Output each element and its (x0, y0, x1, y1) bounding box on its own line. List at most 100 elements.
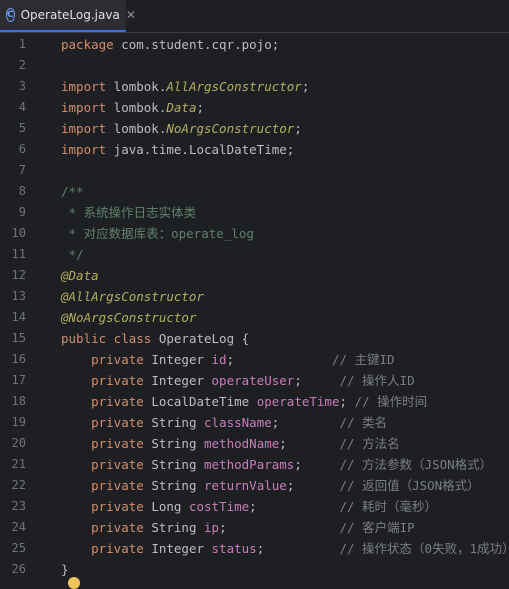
code-token: 对应数据库表： (83, 226, 172, 241)
line-number: 11 (11, 247, 26, 261)
code-line[interactable]: 12 @Data (0, 265, 509, 286)
code-line[interactable]: 14 @NoArgsConstructor (0, 307, 509, 328)
code-token: ; (286, 478, 340, 493)
code-line[interactable]: 23 private Long costTime; // 耗时（毫秒） (0, 496, 509, 517)
code-token: private (61, 436, 144, 451)
code-token: Data (166, 100, 197, 115)
code-token: // 方法名 (339, 436, 400, 451)
code-token: // 客户端IP (339, 520, 415, 535)
code-token: private (61, 457, 144, 472)
code-token: ; (226, 352, 332, 367)
code-line[interactable]: 18 private LocalDateTime operateTime; //… (0, 391, 509, 412)
code-token: private (61, 394, 144, 409)
line-number: 5 (18, 121, 26, 135)
code-token: ; (294, 457, 340, 472)
line-number: 22 (11, 478, 26, 492)
code-line[interactable]: 8 /** (0, 181, 509, 202)
code-token: private (61, 520, 144, 535)
code-token: Integer (143, 352, 212, 367)
lightbulb-icon[interactable] (68, 577, 80, 589)
code-line[interactable]: 5 import lombok.NoArgsConstructor; (0, 118, 509, 139)
line-number: 20 (11, 436, 26, 450)
code-token: import (61, 79, 107, 94)
code-text: * 系统操作日志实体类 (61, 202, 197, 223)
code-token: private (61, 352, 144, 367)
code-token: @AllArgsConstructor (61, 289, 204, 304)
code-line[interactable]: 4 import lombok.Data; (0, 97, 509, 118)
line-number: 7 (18, 163, 26, 177)
code-token: // 返回值（JSON格式） (339, 478, 480, 493)
close-icon[interactable]: ✕ (126, 8, 136, 22)
line-number: 13 (11, 289, 26, 303)
code-line[interactable]: 22 private String returnValue; // 返回值（JS… (0, 475, 509, 496)
code-text: package com.student.cqr.pojo; (61, 34, 279, 55)
code-text: private LocalDateTime operateTime; // 操作… (61, 391, 427, 412)
code-line[interactable]: 20 private String methodName; // 方法名 (0, 433, 509, 454)
line-number: 25 (11, 541, 26, 555)
code-editor[interactable]: 1 package com.student.cqr.pojo; 2 3 import l… (0, 33, 509, 589)
code-token: id (211, 352, 227, 367)
code-text: private String className; // 类名 (61, 412, 387, 433)
code-token: String (143, 520, 205, 535)
line-number: 18 (11, 394, 26, 408)
code-text: private String returnValue; // 返回值（JSON格… (61, 475, 480, 496)
code-line[interactable]: 10 * 对应数据库表：operate_log (0, 223, 509, 244)
code-token: } (61, 562, 69, 577)
code-token: lombok. (106, 121, 167, 136)
code-token: ; (196, 100, 205, 115)
code-token: String (143, 436, 205, 451)
code-line[interactable]: 1 package com.student.cqr.pojo; (0, 34, 509, 55)
line-number: 2 (18, 58, 26, 72)
code-token: operate_log (171, 226, 254, 241)
code-line[interactable]: 2 (0, 55, 509, 76)
code-token: * (61, 226, 84, 241)
code-text: @AllArgsConstructor (61, 286, 204, 307)
code-token: ; (219, 520, 340, 535)
code-token: className (204, 415, 272, 430)
code-token: private (61, 415, 144, 430)
code-line[interactable]: 11 */ (0, 244, 509, 265)
code-token: com.student.cqr.pojo; (113, 37, 280, 52)
code-line[interactable]: 9 * 系统操作日志实体类 (0, 202, 509, 223)
code-token: // 主键ID (331, 352, 395, 367)
code-text: * 对应数据库表：operate_log (61, 223, 254, 244)
code-text: /** (61, 181, 84, 202)
code-line[interactable]: 19 private String className; // 类名 (0, 412, 509, 433)
code-token: 系统操作日志实体类 (83, 205, 197, 220)
code-token: // 操作人ID (339, 373, 415, 388)
code-token: operateTime (256, 394, 340, 409)
code-text: public class OperateLog { (61, 328, 249, 349)
code-token: private (61, 478, 144, 493)
code-line[interactable]: 13 @AllArgsConstructor (0, 286, 509, 307)
code-token: String (143, 478, 205, 493)
line-number: 26 (11, 562, 26, 576)
code-text: @NoArgsConstructor (61, 307, 196, 328)
code-line[interactable]: 17 private Integer operateUser; // 操作人ID (0, 370, 509, 391)
code-token: import (61, 100, 107, 115)
code-line[interactable]: 21 private String methodParams; // 方法参数（… (0, 454, 509, 475)
code-line[interactable]: 25 private Integer status; // 操作状态（0失败，1… (0, 538, 509, 559)
line-number: 16 (11, 352, 26, 366)
code-line[interactable]: 16 private Integer id; // 主键ID (0, 349, 509, 370)
code-line[interactable]: 24 private String ip; // 客户端IP (0, 517, 509, 538)
code-token: costTime (188, 499, 250, 514)
code-token: ; (294, 373, 340, 388)
code-token: private (61, 499, 144, 514)
line-number: 19 (11, 415, 26, 429)
code-line[interactable]: 6 import java.time.LocalDateTime; (0, 139, 509, 160)
code-text: import lombok.Data; (61, 97, 204, 118)
code-token: // 耗时（毫秒） (339, 499, 438, 514)
code-token: ; (256, 541, 340, 556)
code-token: returnValue (204, 478, 287, 493)
code-token: * (61, 205, 84, 220)
code-token: ip (204, 520, 220, 535)
code-text: } (61, 559, 69, 580)
code-token: ; (294, 121, 302, 136)
code-text: private Long costTime; // 耗时（毫秒） (61, 496, 437, 517)
code-line[interactable]: 7 (0, 160, 509, 181)
code-line[interactable]: 3 import lombok.AllArgsConstructor; (0, 76, 509, 97)
tab-operatelog-java[interactable]: C OperateLog.java ✕ (0, 0, 136, 32)
code-line[interactable]: 15 public class OperateLog { (0, 328, 509, 349)
code-token: private (61, 373, 144, 388)
code-token: Long (143, 499, 189, 514)
